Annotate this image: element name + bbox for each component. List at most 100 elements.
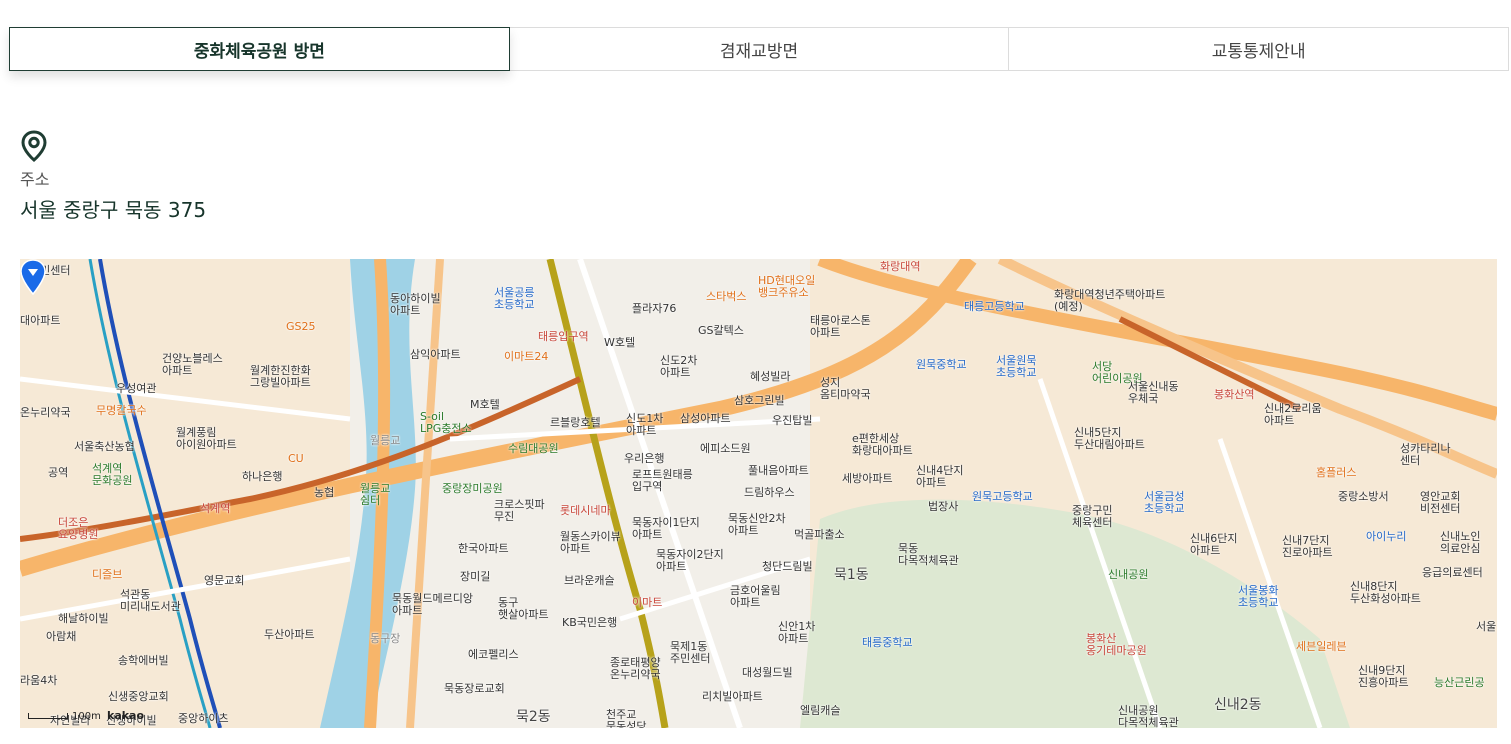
map-label: 아람채 [46,630,77,643]
tab-gyeomjae-bridge[interactable]: 겸재교방면 [509,27,1010,71]
map-label: 원묵고등학교 [972,490,1033,503]
map-label: 공역 [48,466,69,479]
map-label: 신내8단지 두산화성아파트 [1350,580,1421,605]
tab-junghwa-park[interactable]: 중화체육공원 방면 [9,27,510,71]
map-label: 풀내음아파트 [748,464,809,477]
map-label: 스타벅스 [706,290,747,303]
map-label: 신안1차 아파트 [778,620,816,645]
map-label: 삼익아파트 [410,348,461,361]
map-label: 아이누리 [1366,530,1407,543]
map-label: 신내9단지 진흥아파트 [1358,664,1409,689]
map-label: 리치빌아파트 [702,690,763,703]
map-label: 영안교회 비전센터 [1420,490,1461,515]
map-label: 신내노인 의료안심 [1440,530,1481,555]
location-pin-icon [21,130,47,162]
map-label: HD현대오일 뱅크주유소 [758,274,816,299]
map-label: 삼성아파트 [680,412,731,425]
map-label: 성카타리나 센터 [1400,442,1451,467]
map-scale: 100m [28,711,101,722]
map-label: 석관동 미리내도서관 [120,588,181,613]
scale-label: 100m [72,711,101,722]
map-label: 묵동장로교회 [444,682,505,695]
map-label: 무명칼국수 [96,404,147,417]
map-label: 월계한진한화 그랑빌아파트 [250,364,311,389]
map-label: 중랑소방서 [1338,490,1389,503]
map-label: S-oil LPG충전소 [420,410,472,435]
map-label: 에피소드원 [700,442,751,455]
map-label: 화랑대역청년주택아파트 (예정) [1054,288,1166,313]
tab-traffic-control[interactable]: 교통통제안내 [1009,27,1510,71]
map-label: 신내4단지 아파트 [916,464,964,489]
map-label: 대성월드빌 [742,666,793,679]
map-label: 성지 옴티마약국 [820,376,871,401]
address-value: 서울 중랑구 묵동 375 [20,198,207,222]
map-label: 먹골파출소 [794,528,845,541]
map-label: 금호어울림 아파트 [730,584,781,609]
map-label: 묵동신안2차 아파트 [728,512,786,537]
map-label: 신내2로리움 아파트 [1264,402,1322,427]
map-label: KB국민은행 [562,616,618,629]
map-label: 동구 햇살아파트 [498,596,549,621]
map-label: 신내5단지 두산대림아파트 [1074,426,1145,451]
map-label: 서울 [1476,620,1497,633]
map-label: GS칼텍스 [698,324,744,337]
map-label: 하나은행 [242,470,283,483]
map-label: 월릉교 쉼터 [360,482,391,507]
map-label: 동아하이빌 아파트 [390,292,441,317]
map-label: 묵제1동 주민센터 [670,640,711,665]
map-label: 송학에버빌 [118,654,169,667]
map-label: 신내6단지 아파트 [1190,532,1238,557]
map-label: 한국아파트 [458,542,509,555]
map-label: 삼호그린빌 [734,394,785,407]
map-label: 묵동월드메르디앙 아파트 [392,592,473,617]
map-label: 종로태평양 온누리약국 [610,656,661,681]
map-label: 동구장 [370,632,401,645]
tab-bar: 중화체육공원 방면 겸재교방면 교통통제안내 [9,27,1510,71]
map-label: 우성여관 [116,382,157,395]
scale-bar-icon [28,713,68,719]
map-label: 신도1차 아파트 [626,412,664,437]
map-label: 묵동 다목적체육관 [898,542,959,567]
map-label: 에코펠리스 [468,648,519,661]
map-label: 대아파트 [20,314,61,327]
map-label: 더조은 요양병원 [58,516,99,541]
address-section: 주소 서울 중랑구 묵동 375 [20,130,206,223]
map-label: 우진탑빌 [772,414,813,427]
map-label: e편한세상 화랑대아파트 [852,432,913,457]
kakao-logo[interactable]: kakao [107,709,144,722]
location-marker-icon[interactable] [20,259,46,295]
map-label: 로프트원태릉 입구역 [632,468,693,493]
map-label: 월동스카이뷰 아파트 [560,530,621,555]
map-label: 석계역 문화공원 [92,462,133,487]
map-label: 봉화산역 [1214,388,1255,401]
map-label: 중랑구민 체육센터 [1072,504,1113,529]
map-label: 태릉중학교 [862,636,913,649]
map-label: 서울공릉 초등학교 [494,286,535,311]
kakao-map[interactable]: 주민센터 대아파트 GS25 동아하이빌 아파트 서울공릉 초등학교 플라자76… [20,259,1497,728]
map-label: 수림대공원 [508,442,559,455]
map-label: 중앙하이츠 [178,712,229,725]
map-label: 해날하이빌 [58,612,109,625]
map-label: 묵2동 [516,709,551,725]
map-label: 신내공원 [1108,568,1149,581]
map-label: 서울원묵 초등학교 [996,354,1037,379]
map-label: 혜성빌라 [750,370,791,383]
map-label: 서울신내동 우체국 [1128,380,1179,405]
map-label: 영문교회 [204,574,245,587]
map-label: 라움4차 [20,674,58,687]
map-label: 우리은행 [624,452,665,465]
map-label: 묵1동 [834,567,869,583]
map-label: 능산근린공 [1434,676,1485,689]
map-label: 신내7단지 진로아파트 [1282,534,1333,559]
map-label: 원묵중학교 [916,358,967,371]
map-label: 서울금성 초등학교 [1144,490,1185,515]
map-label: 크로스핏파 무진 [494,498,545,523]
map-label: W호텔 [604,336,636,349]
map-label: 두산아파트 [264,628,315,641]
map-label: 홈플러스 [1316,466,1357,479]
map-label: 서울축산농협 [74,440,135,453]
map-label: 롯데시네마 [560,504,611,517]
map-label: 플라자76 [632,302,677,315]
map-label: 신생중앙교회 [108,690,169,703]
map-label: 세방아파트 [842,472,893,485]
